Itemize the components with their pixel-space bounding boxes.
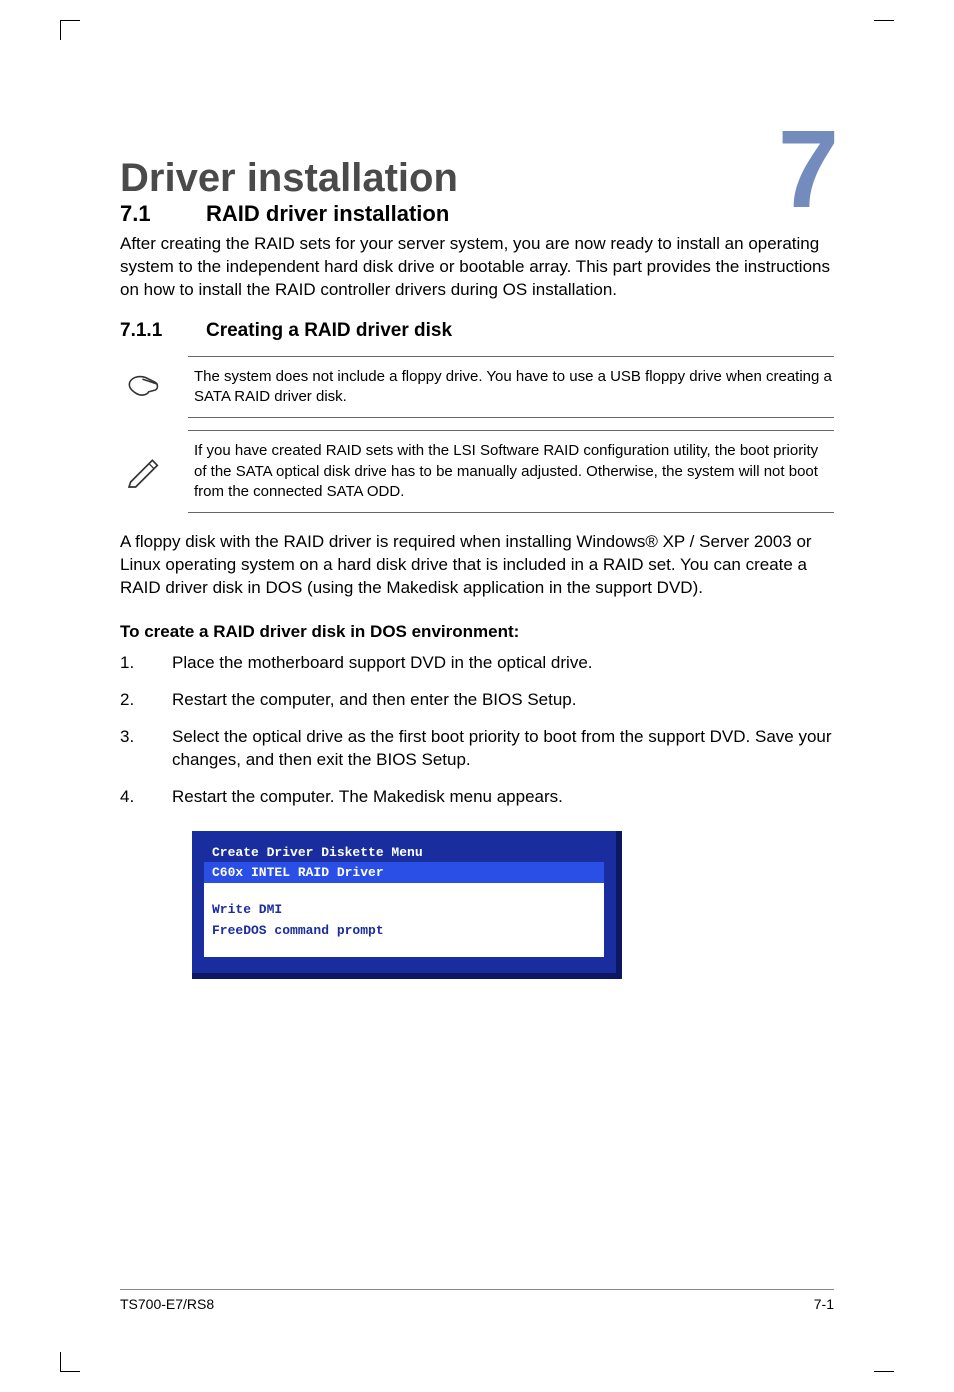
step-item: Place the motherboard support DVD in the… [120,652,834,675]
hand-point-icon [120,368,168,406]
section-number: 7.1 [120,201,206,227]
subsection-number: 7.1.1 [120,320,206,342]
procedure-steps: Place the motherboard support DVD in the… [120,652,834,809]
note-pencil: If you have created RAID sets with the L… [188,430,834,513]
menu-inner: Create Driver Diskette Menu C60x INTEL R… [204,841,604,957]
section-intro: After creating the RAID sets for your se… [120,233,834,302]
note-hand: The system does not include a floppy dri… [188,356,834,419]
makedisk-menu: Create Driver Diskette Menu C60x INTEL R… [192,831,622,979]
chapter-title: Driver installation [120,120,458,201]
step-text: Select the optical drive as the first bo… [172,726,834,772]
procedure-heading: To create a RAID driver disk in DOS envi… [120,622,834,642]
subsection-title: Creating a RAID driver disk [206,320,452,341]
step-text: Restart the computer. The Makedisk menu … [172,786,834,809]
menu-item: Write DMI [204,899,604,920]
section-heading: 7.1RAID driver installation [120,201,834,227]
footer-left: TS700-E7/RS8 [120,1296,214,1312]
footer-right: 7-1 [814,1296,834,1312]
step-item: Restart the computer. The Makedisk menu … [120,786,834,809]
note-hand-text: The system does not include a floppy dri… [194,367,834,408]
menu-item: FreeDOS command prompt [204,920,604,941]
step-item: Restart the computer, and then enter the… [120,689,834,712]
pencil-icon [120,452,168,492]
section-title: RAID driver installation [206,201,449,226]
crop-mark [60,1352,80,1372]
menu-selected-item: C60x INTEL RAID Driver [204,862,604,883]
crop-mark [874,20,894,40]
note-pencil-text: If you have created RAID sets with the L… [194,441,834,502]
step-text: Place the motherboard support DVD in the… [172,652,834,675]
step-item: Select the optical drive as the first bo… [120,726,834,772]
subsection-heading: 7.1.1Creating a RAID driver disk [120,320,834,342]
page-content: Driver installation 7 7.1RAID driver ins… [120,120,834,1312]
chapter-number: 7 [778,120,839,219]
menu-title: Create Driver Diskette Menu [204,841,604,862]
crop-mark [874,1352,894,1372]
body-paragraph: A floppy disk with the RAID driver is re… [120,531,834,600]
step-text: Restart the computer, and then enter the… [172,689,834,712]
page-footer: TS700-E7/RS8 7-1 [120,1289,834,1312]
crop-mark [60,20,80,40]
